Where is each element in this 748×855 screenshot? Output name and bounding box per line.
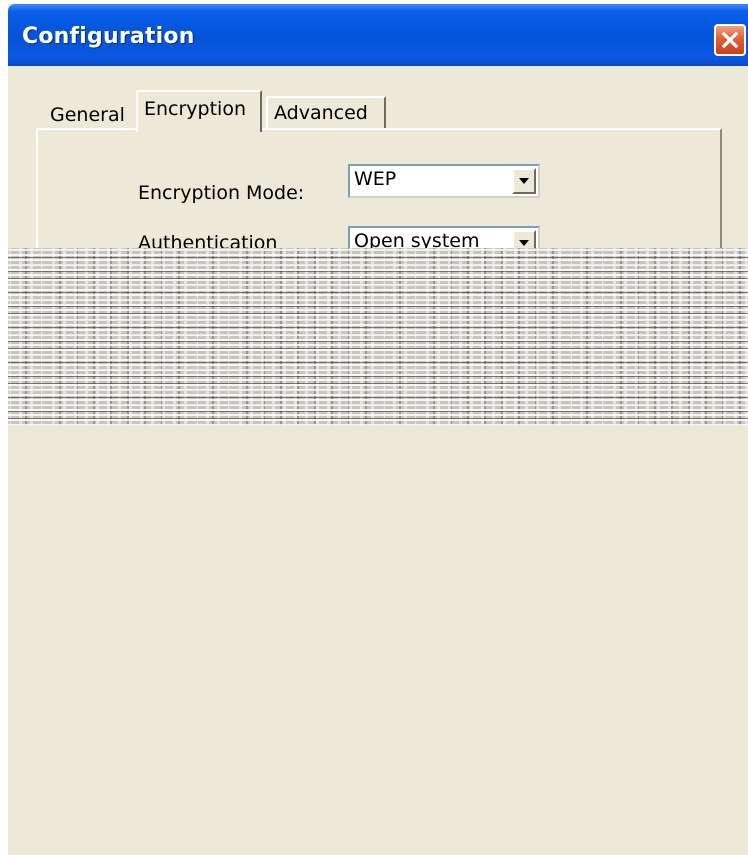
encryption-mode-dropdown-button[interactable] <box>512 168 536 194</box>
chevron-down-icon <box>519 240 529 246</box>
tab-encryption[interactable]: Encryption <box>136 90 262 132</box>
encryption-mode-label: Encryption Mode: <box>138 182 305 204</box>
tab-encryption-label: Encryption <box>144 98 247 120</box>
tab-advanced[interactable]: Advanced <box>266 96 386 128</box>
title-bar[interactable]: Configuration <box>8 4 748 66</box>
encryption-mode-select[interactable]: WEP <box>348 164 540 198</box>
encryption-mode-value: WEP <box>354 168 397 190</box>
close-icon <box>721 31 739 49</box>
corrupted-scanline-region <box>8 248 748 426</box>
close-button[interactable] <box>714 24 746 56</box>
window-title: Configuration <box>22 24 195 49</box>
tab-advanced-label: Advanced <box>274 102 368 124</box>
configuration-dialog: Configuration General Encryption Advance… <box>8 4 748 855</box>
tab-general-label: General <box>50 104 125 126</box>
chevron-down-icon <box>519 178 529 184</box>
